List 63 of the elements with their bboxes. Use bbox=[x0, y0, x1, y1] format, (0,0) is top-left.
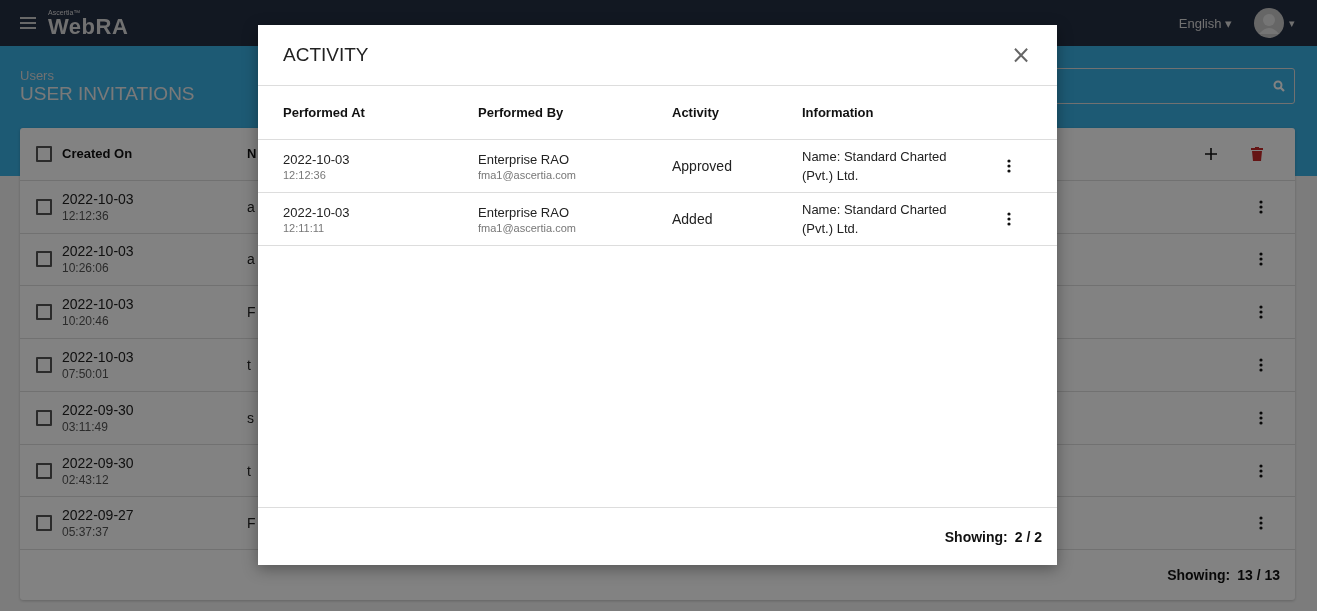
created-date: 2022-09-27 bbox=[62, 507, 135, 524]
created-date: 2022-10-03 bbox=[62, 243, 135, 260]
page-title: USER INVITATIONS bbox=[20, 83, 195, 105]
avatar-icon[interactable] bbox=[1254, 8, 1284, 38]
table-cell: t bbox=[247, 357, 251, 373]
activity-cell-text: Added bbox=[672, 211, 714, 227]
column-header: Performed At bbox=[283, 105, 366, 120]
brand-logo: WebRA bbox=[48, 15, 129, 38]
checkbox[interactable] bbox=[36, 304, 52, 321]
showing-count: 2 / 2 bbox=[1014, 528, 1042, 545]
trash-icon[interactable] bbox=[1251, 146, 1263, 161]
checkbox[interactable] bbox=[36, 357, 52, 373]
performer-email: fma1@ascertia.com bbox=[478, 168, 577, 181]
activity-cell-text: Approved bbox=[672, 158, 733, 174]
created-date: 2022-10-03 bbox=[62, 296, 135, 313]
column-header: Activity bbox=[672, 105, 720, 120]
checkbox[interactable] bbox=[36, 198, 52, 215]
created-time: 10:20:46 bbox=[62, 314, 110, 329]
created-date: 2022-10-03 bbox=[62, 349, 135, 365]
created-time: 05:37:37 bbox=[62, 525, 110, 540]
dialog-title: ACTIVITY bbox=[283, 44, 369, 66]
created-time: 03:11:49 bbox=[62, 419, 109, 434]
performer-name: Enterprise RAO bbox=[478, 151, 571, 167]
created-time: 10:26:06 bbox=[62, 261, 110, 276]
checkbox[interactable] bbox=[36, 145, 52, 162]
created-time: 12:12:36 bbox=[62, 208, 110, 223]
performed-date: 2022-10-03 bbox=[283, 204, 351, 220]
checkbox[interactable] bbox=[36, 409, 52, 426]
add-icon[interactable] bbox=[1205, 147, 1217, 160]
created-date: 2022-09-30 bbox=[62, 401, 135, 418]
performer-email: fma1@ascertia.com bbox=[478, 221, 577, 234]
showing-count: 13 / 13 bbox=[1237, 567, 1280, 584]
checkbox[interactable] bbox=[36, 251, 52, 268]
language-selector[interactable]: English ▾ bbox=[1178, 15, 1232, 31]
performed-date: 2022-10-03 bbox=[283, 151, 351, 167]
table-cell: a bbox=[247, 251, 255, 268]
created-time: 07:50:01 bbox=[62, 367, 110, 381]
created-time: 02:43:12 bbox=[62, 472, 110, 487]
table-cell: t bbox=[247, 462, 251, 479]
performed-time: 12:12:36 bbox=[283, 168, 327, 181]
table-cell: F bbox=[247, 304, 256, 321]
table-cell: a bbox=[247, 198, 255, 215]
table-cell: F bbox=[247, 515, 256, 532]
menu-icon[interactable] bbox=[20, 16, 36, 30]
information-cell-text: Name: Standard Charted (Pvt.) Ltd. bbox=[802, 200, 948, 238]
checkbox[interactable] bbox=[36, 462, 52, 479]
created-date: 2022-09-30 bbox=[62, 454, 135, 471]
column-header[interactable]: Created On bbox=[62, 146, 247, 162]
showing-label: Showing: bbox=[944, 528, 1008, 545]
column-header: Information bbox=[802, 105, 875, 120]
column-header[interactable]: N bbox=[247, 146, 257, 162]
showing-label: Showing: bbox=[1167, 567, 1231, 584]
more-options-icon[interactable] bbox=[1007, 212, 1011, 226]
caret-icon[interactable]: ▾ bbox=[1289, 16, 1295, 30]
performer-name: Enterprise RAO bbox=[478, 204, 571, 220]
column-header: Performed By bbox=[478, 105, 565, 120]
more-options-icon[interactable] bbox=[1007, 159, 1011, 173]
checkbox[interactable] bbox=[36, 515, 52, 532]
created-date: 2022-10-03 bbox=[62, 190, 135, 207]
table-cell: s bbox=[247, 409, 254, 426]
information-cell-text: Name: Standard Charted (Pvt.) Ltd. bbox=[802, 147, 948, 185]
close-button[interactable]: × bbox=[1006, 41, 1035, 69]
performed-time: 12:11:11 bbox=[283, 221, 326, 234]
